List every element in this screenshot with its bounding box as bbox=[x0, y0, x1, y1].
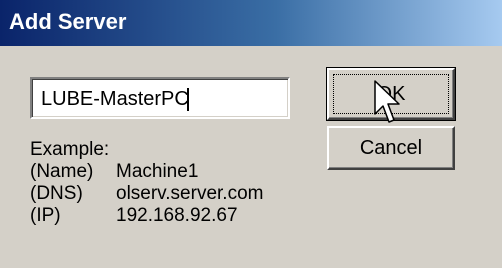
cancel-button-label: Cancel bbox=[359, 137, 423, 159]
cancel-button[interactable]: Cancel bbox=[327, 126, 455, 170]
title-bar[interactable]: Add Server bbox=[0, 0, 502, 46]
example-tag-dns: (DNS) bbox=[30, 183, 83, 204]
example-tag-ip: (IP) bbox=[30, 205, 61, 226]
example-heading: Example: bbox=[30, 139, 110, 160]
server-name-value: LUBE-MasterPC bbox=[41, 88, 189, 110]
window-title: Add Server bbox=[9, 9, 127, 34]
example-value-ip: 192.168.92.67 bbox=[116, 205, 238, 226]
server-name-input[interactable]: LUBE-MasterPC bbox=[30, 77, 290, 119]
example-value-name: Machine1 bbox=[116, 161, 199, 182]
text-caret bbox=[187, 88, 189, 111]
mouse-pointer-icon bbox=[374, 80, 400, 123]
example-tag-name: (Name) bbox=[30, 161, 94, 182]
example-value-dns: olserv.server.com bbox=[116, 183, 264, 204]
add-server-dialog: Add Server LUBE-MasterPC OK Cancel Examp… bbox=[0, 0, 502, 268]
